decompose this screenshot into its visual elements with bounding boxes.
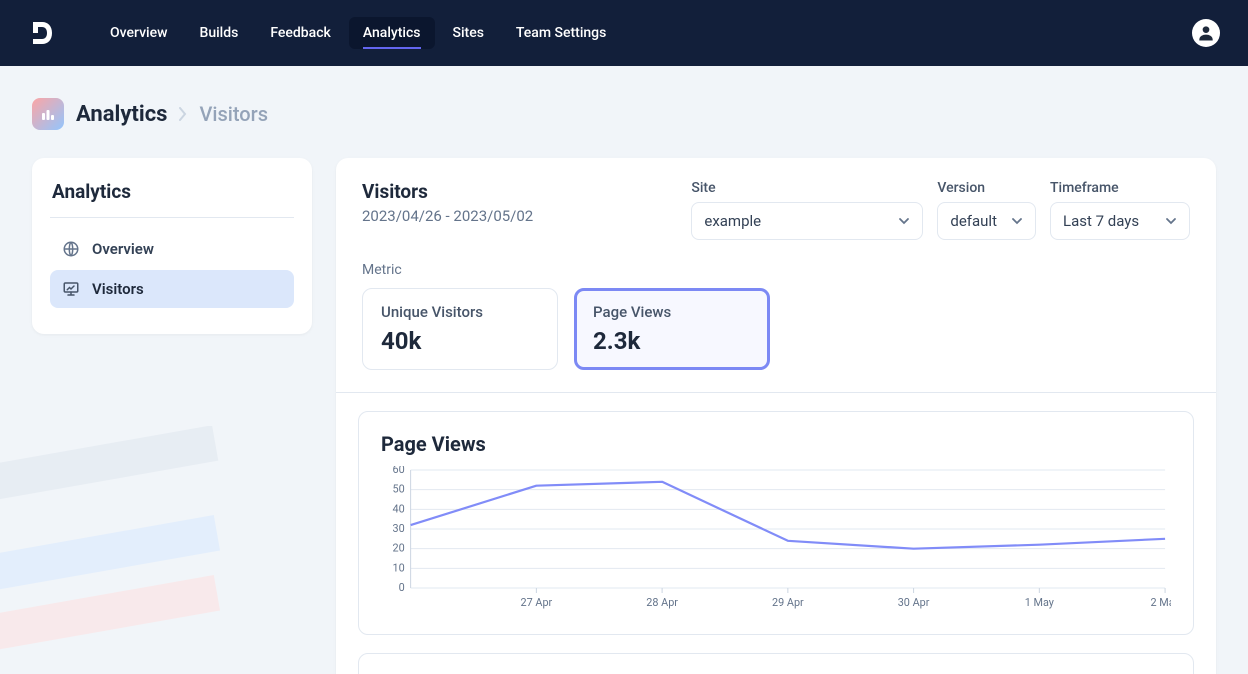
sidebar: Analytics Overview Visitors xyxy=(32,158,312,334)
svg-text:27 Apr: 27 Apr xyxy=(520,596,552,609)
sidebar-item-label: Overview xyxy=(92,240,154,258)
divider xyxy=(336,392,1216,393)
svg-text:30 Apr: 30 Apr xyxy=(898,596,930,609)
nav-builds[interactable]: Builds xyxy=(185,17,252,49)
globe-icon xyxy=(62,240,80,258)
presentation-icon xyxy=(62,280,80,298)
filter-site-label: Site xyxy=(691,180,923,196)
svg-text:1 May: 1 May xyxy=(1025,596,1055,609)
user-avatar[interactable] xyxy=(1192,19,1220,47)
metric-page-views[interactable]: Page Views 2.3k xyxy=(574,288,770,370)
nav-feedback[interactable]: Feedback xyxy=(256,17,344,49)
page-title: Visitors xyxy=(362,180,533,203)
svg-text:28 Apr: 28 Apr xyxy=(646,596,678,609)
filter-version: Version default xyxy=(937,180,1036,240)
svg-text:0: 0 xyxy=(399,581,405,594)
svg-text:30: 30 xyxy=(392,522,404,535)
metric-section-label: Metric xyxy=(362,262,1190,278)
sidebar-item-visitors[interactable]: Visitors xyxy=(50,270,294,308)
chevron-down-icon xyxy=(1165,215,1177,227)
nav-analytics[interactable]: Analytics xyxy=(349,17,435,49)
sidebar-title: Analytics xyxy=(50,180,294,218)
filter-timeframe: Timeframe Last 7 days xyxy=(1050,180,1190,240)
svg-text:50: 50 xyxy=(392,483,404,496)
breadcrumb-icon xyxy=(32,98,64,130)
top-articles-card: Top 20 articles xyxy=(358,653,1194,674)
version-select-value: default xyxy=(950,212,997,230)
date-range: 2023/04/26 - 2023/05/02 xyxy=(362,207,533,225)
logo-icon xyxy=(28,19,56,47)
timeframe-select-value: Last 7 days xyxy=(1063,212,1139,230)
main-panel: Visitors 2023/04/26 - 2023/05/02 Site ex… xyxy=(336,158,1216,674)
site-select[interactable]: example xyxy=(691,202,923,240)
metric-section: Metric Unique Visitors 40k Page Views 2.… xyxy=(336,262,1216,392)
chevron-down-icon xyxy=(898,215,910,227)
analytics-icon xyxy=(40,106,56,122)
site-select-value: example xyxy=(704,212,761,230)
metric-name: Unique Visitors xyxy=(381,303,539,321)
main-header: Visitors 2023/04/26 - 2023/05/02 Site ex… xyxy=(336,158,1216,262)
svg-text:2 May: 2 May xyxy=(1150,596,1171,609)
svg-text:40: 40 xyxy=(392,502,404,515)
metric-value: 40k xyxy=(381,327,539,355)
version-select[interactable]: default xyxy=(937,202,1036,240)
svg-text:10: 10 xyxy=(392,561,404,574)
chevron-down-icon xyxy=(1011,215,1023,227)
timeframe-select[interactable]: Last 7 days xyxy=(1050,202,1190,240)
user-icon xyxy=(1196,23,1216,43)
filter-timeframe-label: Timeframe xyxy=(1050,180,1190,196)
breadcrumb-section[interactable]: Analytics xyxy=(76,102,167,127)
nav-overview[interactable]: Overview xyxy=(96,17,181,49)
top-nav: Overview Builds Feedback Analytics Sites… xyxy=(0,0,1248,66)
sidebar-item-label: Visitors xyxy=(92,280,144,298)
filter-site: Site example xyxy=(691,180,923,240)
nav-sites[interactable]: Sites xyxy=(439,17,498,49)
svg-text:20: 20 xyxy=(392,542,404,555)
metric-unique-visitors[interactable]: Unique Visitors 40k xyxy=(362,288,558,370)
chart-title: Page Views xyxy=(381,432,1171,456)
app-logo xyxy=(28,19,56,47)
svg-text:29 Apr: 29 Apr xyxy=(772,596,804,609)
page-views-chart: 0 10 20 30 40 50 60 27 Apr 28 Apr 29 Apr 30 Apr 1 … xyxy=(381,466,1171,616)
nav-team-settings[interactable]: Team Settings xyxy=(502,17,620,49)
metric-value: 2.3k xyxy=(593,327,751,355)
filter-version-label: Version xyxy=(937,180,1036,196)
chevron-right-icon xyxy=(179,107,187,121)
breadcrumb-current: Visitors xyxy=(199,102,268,126)
breadcrumb: Analytics Visitors xyxy=(32,98,1216,130)
metric-name: Page Views xyxy=(593,303,751,321)
svg-text:60: 60 xyxy=(392,466,404,476)
sidebar-item-overview[interactable]: Overview xyxy=(50,230,294,268)
chart-card: Page Views 0 10 20 30 40 50 60 27 Apr 28 Apr 29 … xyxy=(358,411,1194,635)
